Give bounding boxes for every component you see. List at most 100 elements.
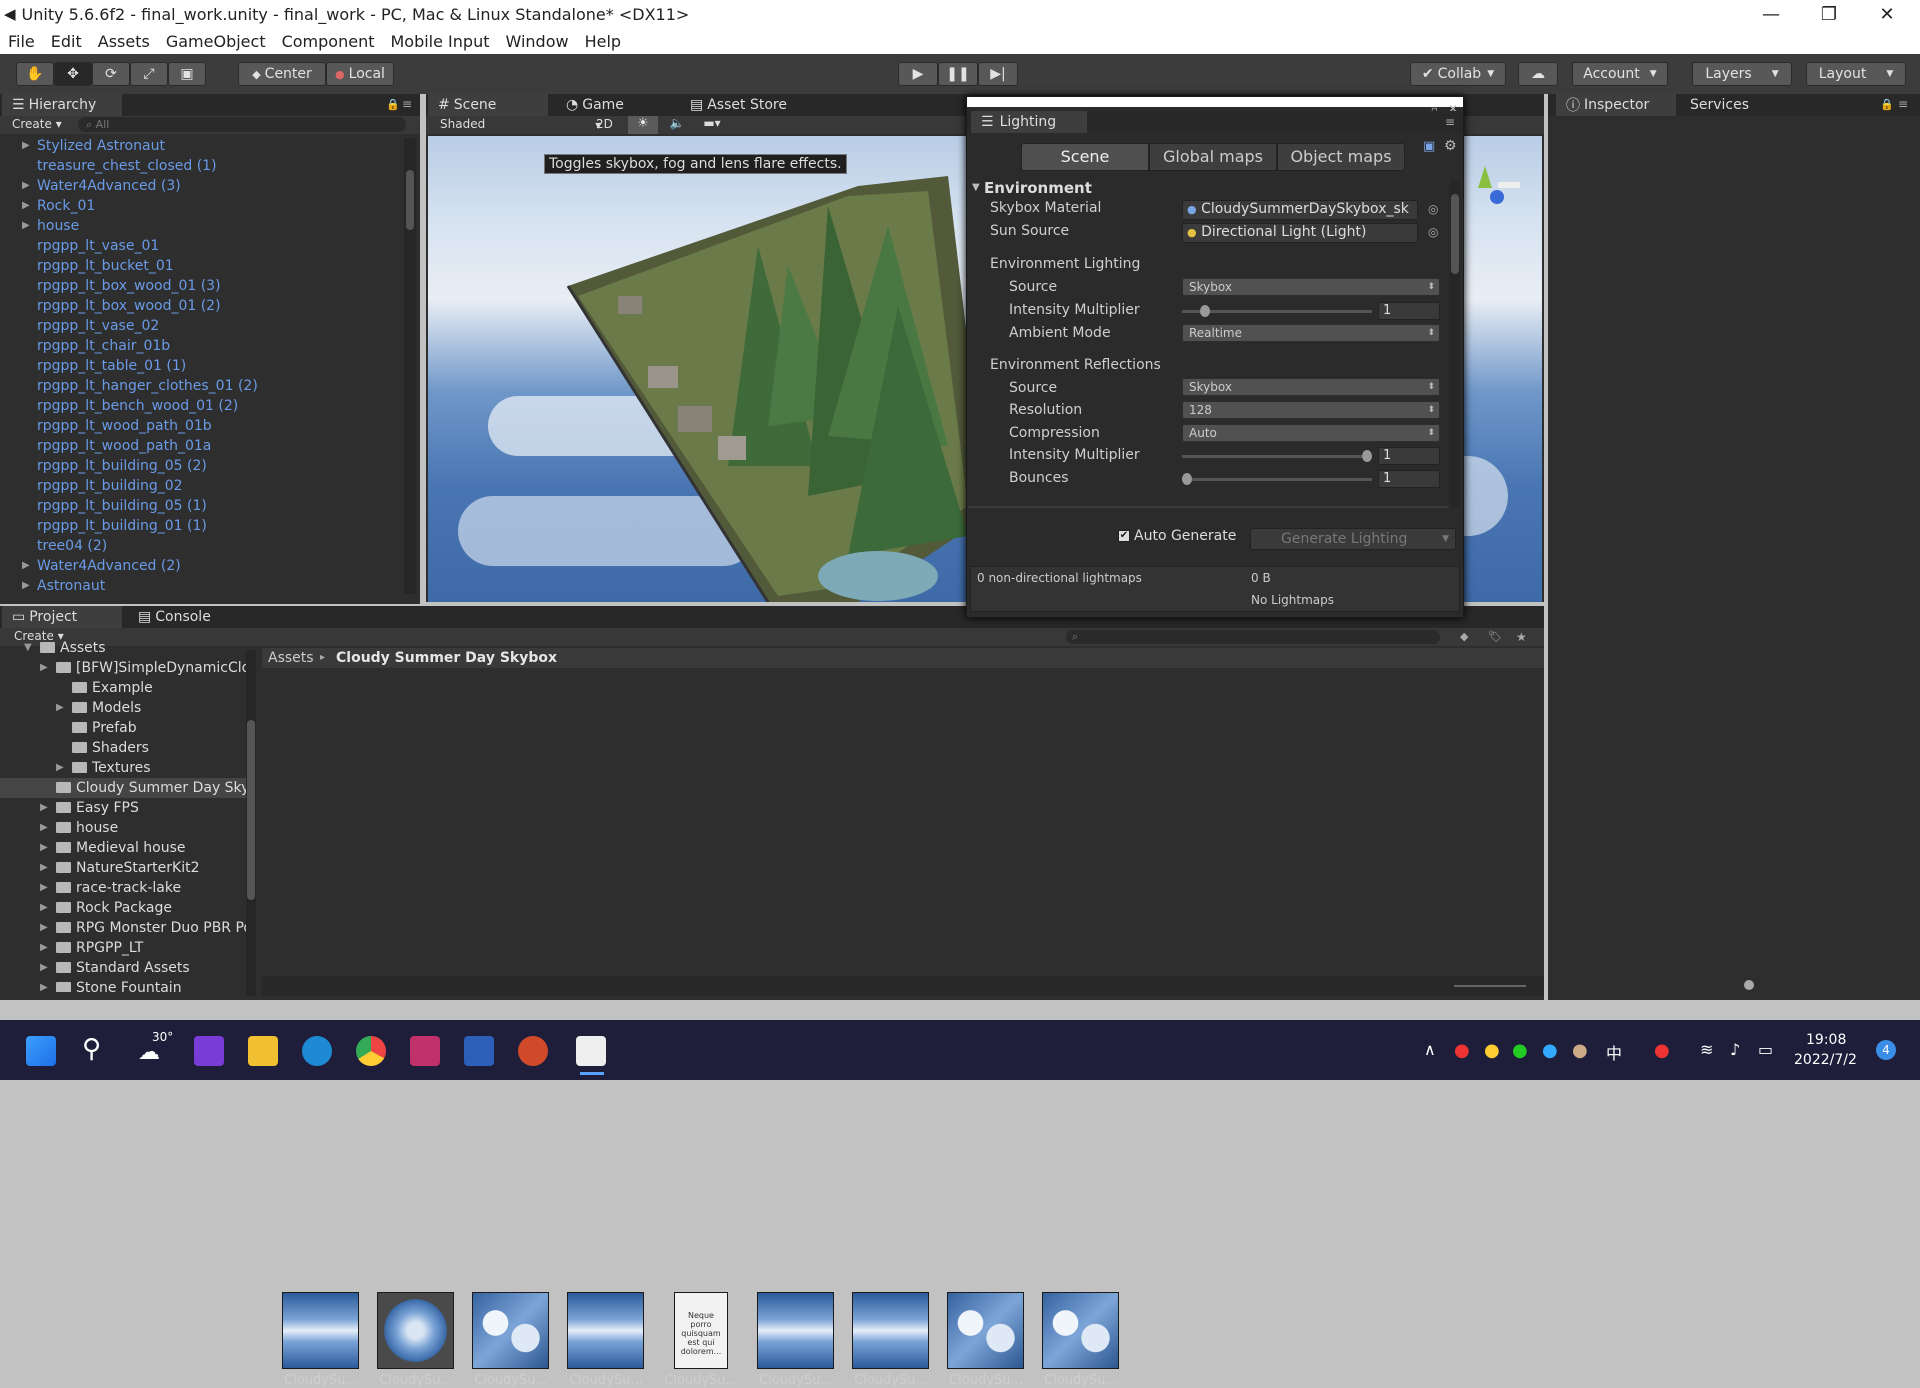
unity-icon[interactable] (576, 1036, 606, 1066)
expand-arrow-icon[interactable]: ▶ (40, 818, 48, 838)
file-explorer-icon[interactable] (248, 1036, 278, 1066)
collab-dropdown[interactable]: ✔ Collab ▼ (1410, 62, 1506, 86)
generate-lighting-button[interactable]: Generate Lighting ▼ (1250, 528, 1456, 550)
pivot-center-button[interactable]: ◆ Center (238, 62, 326, 86)
hierarchy-item[interactable]: ▶ house (0, 216, 400, 236)
expand-arrow-icon[interactable]: ▶ (22, 176, 30, 196)
project-folder-item[interactable]: ▶ Models (0, 698, 246, 718)
tab-scene[interactable]: # Scene (428, 94, 548, 116)
expand-arrow-icon[interactable]: ▶ (40, 898, 48, 918)
hierarchy-item[interactable]: treasure_chest_closed (1) (0, 156, 400, 176)
reflection-intensity-slider[interactable] (1182, 455, 1372, 458)
bounces-value-field[interactable]: 1 (1378, 470, 1440, 488)
hierarchy-item[interactable]: rpgpp_lt_table_01 (1) (0, 356, 400, 376)
project-folder-item[interactable]: ▶ RPGPP_LT (0, 938, 246, 958)
menu-help[interactable]: Help (577, 32, 629, 51)
tray-app-icon[interactable]: ● (1454, 1040, 1470, 1061)
hierarchy-item[interactable]: ▶ Astronaut (0, 576, 400, 596)
book-icon[interactable]: ▣ (1423, 139, 1435, 154)
hierarchy-item[interactable]: rpgpp_lt_box_wood_01 (2) (0, 296, 400, 316)
intensity-slider[interactable] (1182, 310, 1372, 313)
expand-arrow-icon[interactable]: ▶ (40, 658, 48, 678)
sun-source-field[interactable]: ● Directional Light (Light) (1182, 223, 1418, 243)
menu-window[interactable]: Window (497, 32, 576, 51)
skybox-material-field[interactable]: ● CloudySummerDaySkybox_sk (1182, 200, 1418, 220)
filter-type-icon[interactable]: ◆ (1460, 630, 1468, 643)
asset-thumbnail[interactable] (852, 1292, 929, 1369)
cloud-icon[interactable]: ☁ (1518, 62, 1558, 86)
zoom-slider[interactable] (1454, 985, 1526, 987)
project-folder-item[interactable]: ▶ house (0, 818, 246, 838)
asset-thumbnail[interactable] (377, 1292, 454, 1369)
expand-arrow-icon[interactable]: ▶ (40, 878, 48, 898)
tray-app-icon[interactable]: ● (1654, 1040, 1670, 1061)
lighting-tab-object-maps[interactable]: Object maps (1277, 143, 1405, 171)
hierarchy-item[interactable]: rpgpp_lt_bucket_01 (0, 256, 400, 276)
expand-arrow-icon[interactable]: ▶ (56, 698, 64, 718)
pause-button[interactable]: ❚❚ (938, 62, 978, 86)
tab-project[interactable]: ▭ Project (2, 606, 122, 628)
auto-generate-checkbox[interactable]: ✔ (1118, 530, 1130, 542)
lighting-tab-global-maps[interactable]: Global maps (1149, 143, 1277, 171)
wechat-icon[interactable]: ● (1512, 1040, 1528, 1061)
lock-icon[interactable]: 🔒 (386, 98, 400, 111)
windows-start-icon[interactable] (26, 1036, 56, 1066)
chrome-icon[interactable] (356, 1036, 386, 1066)
project-folder-item[interactable]: Example (0, 678, 246, 698)
expand-arrow-icon[interactable]: ▶ (22, 556, 30, 576)
hierarchy-item[interactable]: rpgpp_lt_building_05 (1) (0, 496, 400, 516)
intellij-icon[interactable] (410, 1036, 440, 1066)
lighting-tab-scene[interactable]: Scene (1021, 143, 1149, 171)
expand-arrow-icon[interactable]: ▶ (40, 838, 48, 858)
scale-tool-icon[interactable]: ⤢ (130, 62, 168, 86)
compression-dropdown[interactable]: Auto (1182, 424, 1440, 442)
expand-arrow-icon[interactable]: ▶ (22, 216, 30, 236)
project-folder-item[interactable]: ▶ Stone Fountain (0, 978, 246, 992)
layers-dropdown[interactable]: Layers ▼ (1692, 62, 1792, 86)
panel-menu-icon[interactable]: ≡ (1445, 115, 1455, 129)
toggle-2d-button[interactable]: 2D (596, 117, 613, 131)
hierarchy-item[interactable]: rpgpp_lt_building_02 (0, 476, 400, 496)
project-folder-item[interactable]: ▼ Assets (0, 638, 246, 658)
project-folder-item[interactable]: ▶ [BFW]SimpleDynamicClo (0, 658, 246, 678)
object-picker-icon[interactable]: ◎ (1428, 225, 1438, 239)
expand-arrow-icon[interactable]: ▶ (40, 858, 48, 878)
tab-console[interactable]: ▤ Console (128, 606, 221, 628)
tab-game[interactable]: ◔ Game (556, 94, 634, 116)
maximize-button[interactable]: ❐ (1800, 0, 1858, 28)
asset-thumbnail[interactable] (1042, 1292, 1119, 1369)
search-icon[interactable]: ⚲ (82, 1034, 101, 1064)
hierarchy-scrollbar[interactable] (404, 138, 416, 594)
volume-icon[interactable]: ♪ (1730, 1040, 1740, 1059)
word-icon[interactable] (464, 1036, 494, 1066)
tab-inspector[interactable]: ⓘ Inspector (1556, 94, 1676, 116)
pivot-local-button[interactable]: ● Local (326, 62, 394, 86)
hierarchy-item[interactable]: ▶ Water4Advanced (2) (0, 556, 400, 576)
menu-assets[interactable]: Assets (90, 32, 158, 51)
menu-edit[interactable]: Edit (43, 32, 90, 51)
reflection-intensity-knob[interactable] (1362, 450, 1372, 462)
hierarchy-item[interactable]: rpgpp_lt_building_05 (2) (0, 456, 400, 476)
tray-app-icon[interactable]: ● (1484, 1040, 1500, 1061)
chevron-up-icon[interactable]: ∧ (1424, 1040, 1436, 1059)
app-icon[interactable] (194, 1036, 224, 1066)
hierarchy-item[interactable]: ▶ Rock_01 (0, 196, 400, 216)
expand-arrow-icon[interactable]: ▶ (40, 918, 48, 938)
reflection-intensity-field[interactable]: 1 (1378, 447, 1440, 465)
project-folder-item[interactable]: ▶ RPG Monster Duo PBR Po (0, 918, 246, 938)
menu-mobile-input[interactable]: Mobile Input (382, 32, 497, 51)
hierarchy-item[interactable]: ▶ Stylized Astronaut (0, 136, 400, 156)
project-folder-item[interactable]: ▶ Easy FPS (0, 798, 246, 818)
hierarchy-item[interactable]: rpgpp_lt_chair_01b (0, 336, 400, 356)
object-picker-icon[interactable]: ◎ (1428, 202, 1438, 216)
intensity-slider-knob[interactable] (1200, 305, 1210, 317)
bounces-slider[interactable] (1182, 478, 1372, 481)
expand-arrow-icon[interactable]: ▶ (56, 758, 64, 778)
notification-badge[interactable]: 4 (1876, 1040, 1896, 1060)
hierarchy-item[interactable]: rpgpp_lt_vase_01 (0, 236, 400, 256)
edge-icon[interactable] (302, 1036, 332, 1066)
project-folder-item[interactable]: ▶ Rock Package (0, 898, 246, 918)
menu-gameobject[interactable]: GameObject (158, 32, 274, 51)
expand-arrow-icon[interactable]: ▶ (40, 978, 48, 992)
close-button[interactable]: ✕ (1858, 0, 1916, 28)
